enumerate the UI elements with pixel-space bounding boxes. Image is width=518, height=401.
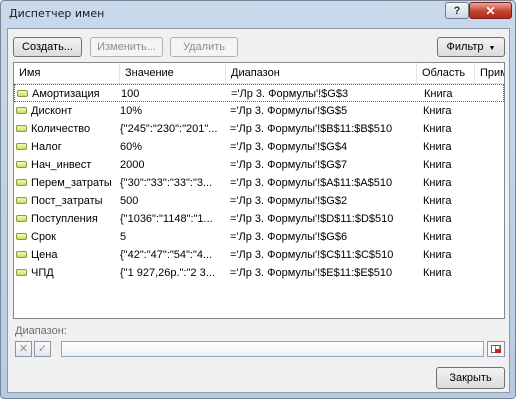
list-item[interactable]: Поступления {"1036":"1148":"1... ='Лр 3.…: [14, 210, 504, 228]
range-label: Диапазон:: [15, 325, 67, 337]
name-manager-dialog: Диспетчер имен ? ✕ Создать... Изменить..…: [0, 0, 516, 399]
range-select-icon-marker: [495, 349, 501, 353]
value-cell: 60%: [120, 141, 143, 153]
collapse-dialog-button[interactable]: [487, 341, 505, 357]
name-cell: Налог: [31, 141, 62, 153]
scope-cell: Книга: [423, 249, 452, 261]
value-cell: {"245":"230":"201"...: [120, 123, 218, 135]
column-header-name[interactable]: Имя: [14, 63, 120, 83]
close-window-button[interactable]: ✕: [469, 2, 512, 19]
column-header-range[interactable]: Диапазон: [226, 63, 417, 83]
scope-cell: Книга: [424, 88, 453, 100]
name-cell: Цена: [31, 249, 58, 261]
name-cell: Нач_инвест: [31, 159, 92, 171]
value-cell: {"30":"33":"33":"3...: [120, 177, 213, 189]
list-item[interactable]: Количество {"245":"230":"201"... ='Лр 3.…: [14, 120, 504, 138]
scope-cell: Книга: [423, 177, 452, 189]
scope-cell: Книга: [423, 213, 452, 225]
range-cell: ='Лр 3. Формулы'!$G$5: [230, 105, 348, 117]
chevron-down-icon: ▼: [488, 45, 496, 52]
range-cell: ='Лр 3. Формулы'!$B$11:$B$510: [230, 123, 393, 135]
create-button[interactable]: Создать...: [13, 37, 82, 57]
change-button[interactable]: Изменить...: [90, 37, 163, 57]
list-item[interactable]: Нач_инвест 2000 ='Лр 3. Формулы'!$G$7 Кн…: [14, 156, 504, 174]
defined-name-icon: [16, 233, 27, 240]
list-item[interactable]: ЧПД {"1 927,26р.":"2 3... ='Лр 3. Формул…: [14, 264, 504, 282]
defined-name-icon: [16, 161, 27, 168]
filter-button[interactable]: Фильтр ▼: [437, 37, 505, 57]
value-cell: {"1036":"1148":"1...: [120, 213, 213, 225]
defined-name-icon: [17, 90, 28, 97]
name-cell: Дисконт: [31, 105, 73, 117]
range-cell: ='Лр 3. Формулы'!$G$4: [230, 141, 348, 153]
scope-cell: Книга: [423, 141, 452, 153]
range-cell: ='Лр 3. Формулы'!$D$11:$D$510: [230, 213, 394, 225]
help-button[interactable]: ?: [445, 2, 469, 19]
list-item[interactable]: Цена {"42":"47":"54":"4... ='Лр 3. Форму…: [14, 246, 504, 264]
defined-name-icon: [16, 143, 27, 150]
name-cell: ЧПД: [31, 267, 54, 279]
column-header-value[interactable]: Значение: [120, 63, 226, 83]
scope-cell: Книга: [423, 267, 452, 279]
list-item[interactable]: Дисконт 10% ='Лр 3. Формулы'!$G$5 Книга: [14, 102, 504, 120]
value-cell: 10%: [120, 105, 143, 117]
name-cell: Пост_затраты: [31, 195, 103, 207]
list-item[interactable]: Срок 5 ='Лр 3. Формулы'!$G$6 Книга: [14, 228, 504, 246]
value-cell: {"42":"47":"54":"4...: [120, 249, 213, 261]
list-header: Имя Значение Диапазон Область Прим: [14, 63, 504, 84]
range-cell: ='Лр 3. Формулы'!$G$3: [231, 88, 349, 100]
range-cell: ='Лр 3. Формулы'!$G$2: [230, 195, 348, 207]
name-cell: Амортизация: [32, 88, 100, 100]
defined-name-icon: [16, 179, 27, 186]
name-cell: Количество: [31, 123, 91, 135]
close-button[interactable]: Закрыть: [436, 367, 505, 389]
confirm-ref-button[interactable]: ✓: [34, 341, 51, 357]
scope-cell: Книга: [423, 159, 452, 171]
list-item[interactable]: Перем_затраты {"30":"33":"33":"3... ='Лр…: [14, 174, 504, 192]
list-item[interactable]: Амортизация 100 ='Лр 3. Формулы'!$G$3 Кн…: [14, 84, 504, 102]
dialog-client-area: Создать... Изменить... Удалить Фильтр ▼ И…: [7, 28, 510, 393]
defined-name-icon: [16, 197, 27, 204]
range-cell: ='Лр 3. Формулы'!$E$11:$E$510: [230, 267, 393, 279]
title-bar: Диспетчер имен ? ✕: [1, 1, 515, 27]
scope-cell: Книга: [423, 105, 452, 117]
delete-button[interactable]: Удалить: [170, 37, 238, 57]
defined-name-icon: [16, 107, 27, 114]
names-list[interactable]: Имя Значение Диапазон Область Прим Аморт…: [13, 62, 505, 319]
list-item[interactable]: Пост_затраты 500 ='Лр 3. Формулы'!$G$2 К…: [14, 192, 504, 210]
range-cell: ='Лр 3. Формулы'!$G$7: [230, 159, 348, 171]
name-cell: Срок: [31, 231, 56, 243]
column-header-comment[interactable]: Прим: [475, 63, 504, 83]
name-cell: Поступления: [31, 213, 98, 225]
cancel-ref-button[interactable]: ✕: [15, 341, 32, 357]
scope-cell: Книга: [423, 231, 452, 243]
value-cell: 2000: [120, 159, 145, 171]
defined-name-icon: [16, 125, 27, 132]
range-cell: ='Лр 3. Формулы'!$C$11:$C$510: [230, 249, 394, 261]
value-cell: 500: [120, 195, 139, 207]
name-cell: Перем_затраты: [31, 177, 112, 189]
column-header-scope[interactable]: Область: [417, 63, 475, 83]
value-cell: 5: [120, 231, 127, 243]
value-cell: {"1 927,26р.":"2 3...: [120, 267, 215, 279]
filter-button-label: Фильтр: [446, 41, 484, 53]
value-cell: 100: [121, 88, 140, 100]
scope-cell: Книга: [423, 123, 452, 135]
defined-name-icon: [16, 251, 27, 258]
dialog-title: Диспетчер имен: [9, 7, 105, 20]
list-item[interactable]: Налог 60% ='Лр 3. Формулы'!$G$4 Книга: [14, 138, 504, 156]
defined-name-icon: [16, 215, 27, 222]
scope-cell: Книга: [423, 195, 452, 207]
range-cell: ='Лр 3. Формулы'!$G$6: [230, 231, 348, 243]
range-cell: ='Лр 3. Формулы'!$A$11:$A$510: [230, 177, 393, 189]
defined-name-icon: [16, 269, 27, 276]
range-reference-input[interactable]: [61, 341, 484, 357]
